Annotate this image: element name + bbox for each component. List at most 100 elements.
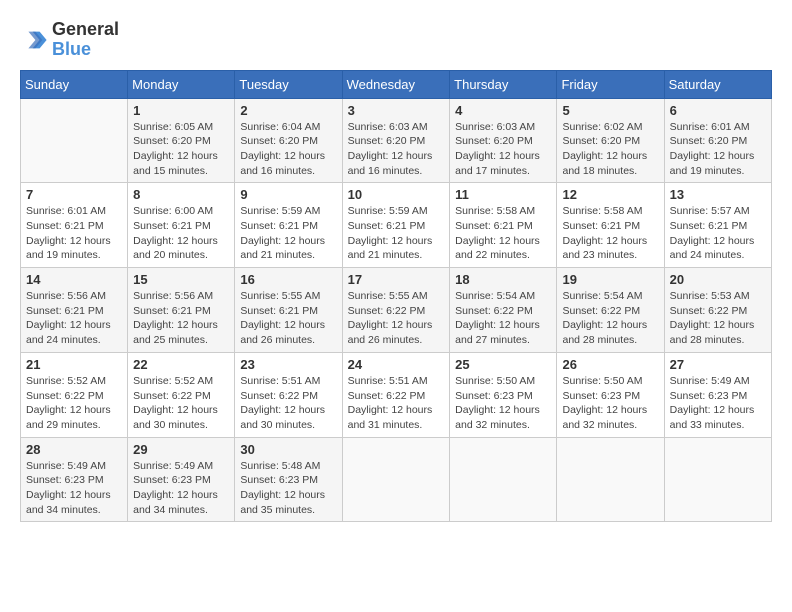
calendar-cell: 10 Sunrise: 5:59 AM Sunset: 6:21 PM Dayli… xyxy=(342,183,450,268)
day-number: 18 xyxy=(455,272,551,287)
day-number: 2 xyxy=(240,103,336,118)
calendar-cell: 8 Sunrise: 6:00 AM Sunset: 6:21 PM Daylig… xyxy=(128,183,235,268)
day-info: Sunrise: 5:48 AM Sunset: 6:23 PM Dayligh… xyxy=(240,459,336,518)
calendar-cell: 4 Sunrise: 6:03 AM Sunset: 6:20 PM Daylig… xyxy=(450,98,557,183)
day-info: Sunrise: 5:57 AM Sunset: 6:21 PM Dayligh… xyxy=(670,204,766,263)
day-number: 4 xyxy=(455,103,551,118)
header-day-friday: Friday xyxy=(557,70,664,98)
day-number: 1 xyxy=(133,103,229,118)
day-info: Sunrise: 6:02 AM Sunset: 6:20 PM Dayligh… xyxy=(562,120,658,179)
day-number: 6 xyxy=(670,103,766,118)
day-number: 25 xyxy=(455,357,551,372)
calendar-cell xyxy=(450,437,557,522)
day-info: Sunrise: 6:04 AM Sunset: 6:20 PM Dayligh… xyxy=(240,120,336,179)
calendar-cell: 21 Sunrise: 5:52 AM Sunset: 6:22 PM Dayli… xyxy=(21,352,128,437)
day-info: Sunrise: 5:49 AM Sunset: 6:23 PM Dayligh… xyxy=(670,374,766,433)
day-number: 10 xyxy=(348,187,445,202)
day-info: Sunrise: 5:53 AM Sunset: 6:22 PM Dayligh… xyxy=(670,289,766,348)
calendar-cell: 20Sunrise: 5:53 AM Sunset: 6:22 PM Dayli… xyxy=(664,268,771,353)
day-info: Sunrise: 5:54 AM Sunset: 6:22 PM Dayligh… xyxy=(455,289,551,348)
calendar-cell: 16 Sunrise: 5:55 AM Sunset: 6:21 PM Dayli… xyxy=(235,268,342,353)
day-number: 19 xyxy=(562,272,658,287)
day-info: Sunrise: 5:49 AM Sunset: 6:23 PM Dayligh… xyxy=(133,459,229,518)
day-number: 11 xyxy=(455,187,551,202)
day-number: 27 xyxy=(670,357,766,372)
calendar-week-row: 28Sunrise: 5:49 AM Sunset: 6:23 PM Dayli… xyxy=(21,437,772,522)
day-number: 21 xyxy=(26,357,122,372)
calendar-cell: 22 Sunrise: 5:52 AM Sunset: 6:22 PM Dayli… xyxy=(128,352,235,437)
calendar-week-row: 14 Sunrise: 5:56 AM Sunset: 6:21 PM Dayli… xyxy=(21,268,772,353)
calendar-cell: 6 Sunrise: 6:01 AM Sunset: 6:20 PM Daylig… xyxy=(664,98,771,183)
day-number: 7 xyxy=(26,187,122,202)
calendar-cell: 26 Sunrise: 5:50 AM Sunset: 6:23 PM Dayli… xyxy=(557,352,664,437)
header-day-tuesday: Tuesday xyxy=(235,70,342,98)
calendar-week-row: 21 Sunrise: 5:52 AM Sunset: 6:22 PM Dayli… xyxy=(21,352,772,437)
day-info: Sunrise: 5:50 AM Sunset: 6:23 PM Dayligh… xyxy=(562,374,658,433)
calendar-cell: 3Sunrise: 6:03 AM Sunset: 6:20 PM Daylig… xyxy=(342,98,450,183)
day-info: Sunrise: 5:55 AM Sunset: 6:22 PM Dayligh… xyxy=(348,289,445,348)
calendar-cell: 25 Sunrise: 5:50 AM Sunset: 6:23 PM Dayli… xyxy=(450,352,557,437)
logo-text: General Blue xyxy=(52,20,119,60)
calendar-cell: 24Sunrise: 5:51 AM Sunset: 6:22 PM Dayli… xyxy=(342,352,450,437)
day-info: Sunrise: 5:59 AM Sunset: 6:21 PM Dayligh… xyxy=(240,204,336,263)
calendar-cell: 18 Sunrise: 5:54 AM Sunset: 6:22 PM Dayli… xyxy=(450,268,557,353)
calendar-cell: 14 Sunrise: 5:56 AM Sunset: 6:21 PM Dayli… xyxy=(21,268,128,353)
calendar-cell: 27 Sunrise: 5:49 AM Sunset: 6:23 PM Dayli… xyxy=(664,352,771,437)
page-header: General Blue xyxy=(20,20,772,60)
calendar-cell: 13 Sunrise: 5:57 AM Sunset: 6:21 PM Dayli… xyxy=(664,183,771,268)
day-number: 16 xyxy=(240,272,336,287)
day-number: 29 xyxy=(133,442,229,457)
day-number: 5 xyxy=(562,103,658,118)
day-info: Sunrise: 5:59 AM Sunset: 6:21 PM Dayligh… xyxy=(348,204,445,263)
day-number: 12 xyxy=(562,187,658,202)
day-number: 9 xyxy=(240,187,336,202)
header-day-sunday: Sunday xyxy=(21,70,128,98)
calendar-cell: 15Sunrise: 5:56 AM Sunset: 6:21 PM Dayli… xyxy=(128,268,235,353)
day-info: Sunrise: 5:54 AM Sunset: 6:22 PM Dayligh… xyxy=(562,289,658,348)
calendar-cell: 19 Sunrise: 5:54 AM Sunset: 6:22 PM Dayli… xyxy=(557,268,664,353)
calendar-cell: 2 Sunrise: 6:04 AM Sunset: 6:20 PM Daylig… xyxy=(235,98,342,183)
day-info: Sunrise: 5:56 AM Sunset: 6:21 PM Dayligh… xyxy=(133,289,229,348)
header-day-monday: Monday xyxy=(128,70,235,98)
calendar-cell: 7 Sunrise: 6:01 AM Sunset: 6:21 PM Daylig… xyxy=(21,183,128,268)
calendar-cell: 5 Sunrise: 6:02 AM Sunset: 6:20 PM Daylig… xyxy=(557,98,664,183)
logo: General Blue xyxy=(20,20,119,60)
day-info: Sunrise: 6:01 AM Sunset: 6:21 PM Dayligh… xyxy=(26,204,122,263)
day-info: Sunrise: 6:03 AM Sunset: 6:20 PM Dayligh… xyxy=(455,120,551,179)
day-number: 26 xyxy=(562,357,658,372)
calendar-cell xyxy=(342,437,450,522)
day-info: Sunrise: 5:58 AM Sunset: 6:21 PM Dayligh… xyxy=(562,204,658,263)
calendar-cell: 28Sunrise: 5:49 AM Sunset: 6:23 PM Dayli… xyxy=(21,437,128,522)
day-info: Sunrise: 6:00 AM Sunset: 6:21 PM Dayligh… xyxy=(133,204,229,263)
calendar-table: SundayMondayTuesdayWednesdayThursdayFrid… xyxy=(20,70,772,523)
day-info: Sunrise: 6:03 AM Sunset: 6:20 PM Dayligh… xyxy=(348,120,445,179)
day-number: 17 xyxy=(348,272,445,287)
calendar-cell: 9 Sunrise: 5:59 AM Sunset: 6:21 PM Daylig… xyxy=(235,183,342,268)
day-info: Sunrise: 5:51 AM Sunset: 6:22 PM Dayligh… xyxy=(240,374,336,433)
day-info: Sunrise: 5:56 AM Sunset: 6:21 PM Dayligh… xyxy=(26,289,122,348)
day-number: 22 xyxy=(133,357,229,372)
calendar-header-row: SundayMondayTuesdayWednesdayThursdayFrid… xyxy=(21,70,772,98)
day-info: Sunrise: 5:58 AM Sunset: 6:21 PM Dayligh… xyxy=(455,204,551,263)
day-info: Sunrise: 5:55 AM Sunset: 6:21 PM Dayligh… xyxy=(240,289,336,348)
header-day-saturday: Saturday xyxy=(664,70,771,98)
day-info: Sunrise: 5:49 AM Sunset: 6:23 PM Dayligh… xyxy=(26,459,122,518)
calendar-cell: 12 Sunrise: 5:58 AM Sunset: 6:21 PM Dayli… xyxy=(557,183,664,268)
calendar-cell: 23Sunrise: 5:51 AM Sunset: 6:22 PM Dayli… xyxy=(235,352,342,437)
day-info: Sunrise: 6:01 AM Sunset: 6:20 PM Dayligh… xyxy=(670,120,766,179)
calendar-cell xyxy=(557,437,664,522)
day-info: Sunrise: 5:51 AM Sunset: 6:22 PM Dayligh… xyxy=(348,374,445,433)
day-number: 8 xyxy=(133,187,229,202)
calendar-cell xyxy=(664,437,771,522)
day-number: 30 xyxy=(240,442,336,457)
calendar-cell: 17 Sunrise: 5:55 AM Sunset: 6:22 PM Dayli… xyxy=(342,268,450,353)
calendar-cell: 11 Sunrise: 5:58 AM Sunset: 6:21 PM Dayli… xyxy=(450,183,557,268)
day-info: Sunrise: 6:05 AM Sunset: 6:20 PM Dayligh… xyxy=(133,120,229,179)
header-day-thursday: Thursday xyxy=(450,70,557,98)
day-number: 13 xyxy=(670,187,766,202)
day-info: Sunrise: 5:50 AM Sunset: 6:23 PM Dayligh… xyxy=(455,374,551,433)
day-info: Sunrise: 5:52 AM Sunset: 6:22 PM Dayligh… xyxy=(133,374,229,433)
day-number: 14 xyxy=(26,272,122,287)
calendar-week-row: 1 Sunrise: 6:05 AM Sunset: 6:20 PM Daylig… xyxy=(21,98,772,183)
day-info: Sunrise: 5:52 AM Sunset: 6:22 PM Dayligh… xyxy=(26,374,122,433)
